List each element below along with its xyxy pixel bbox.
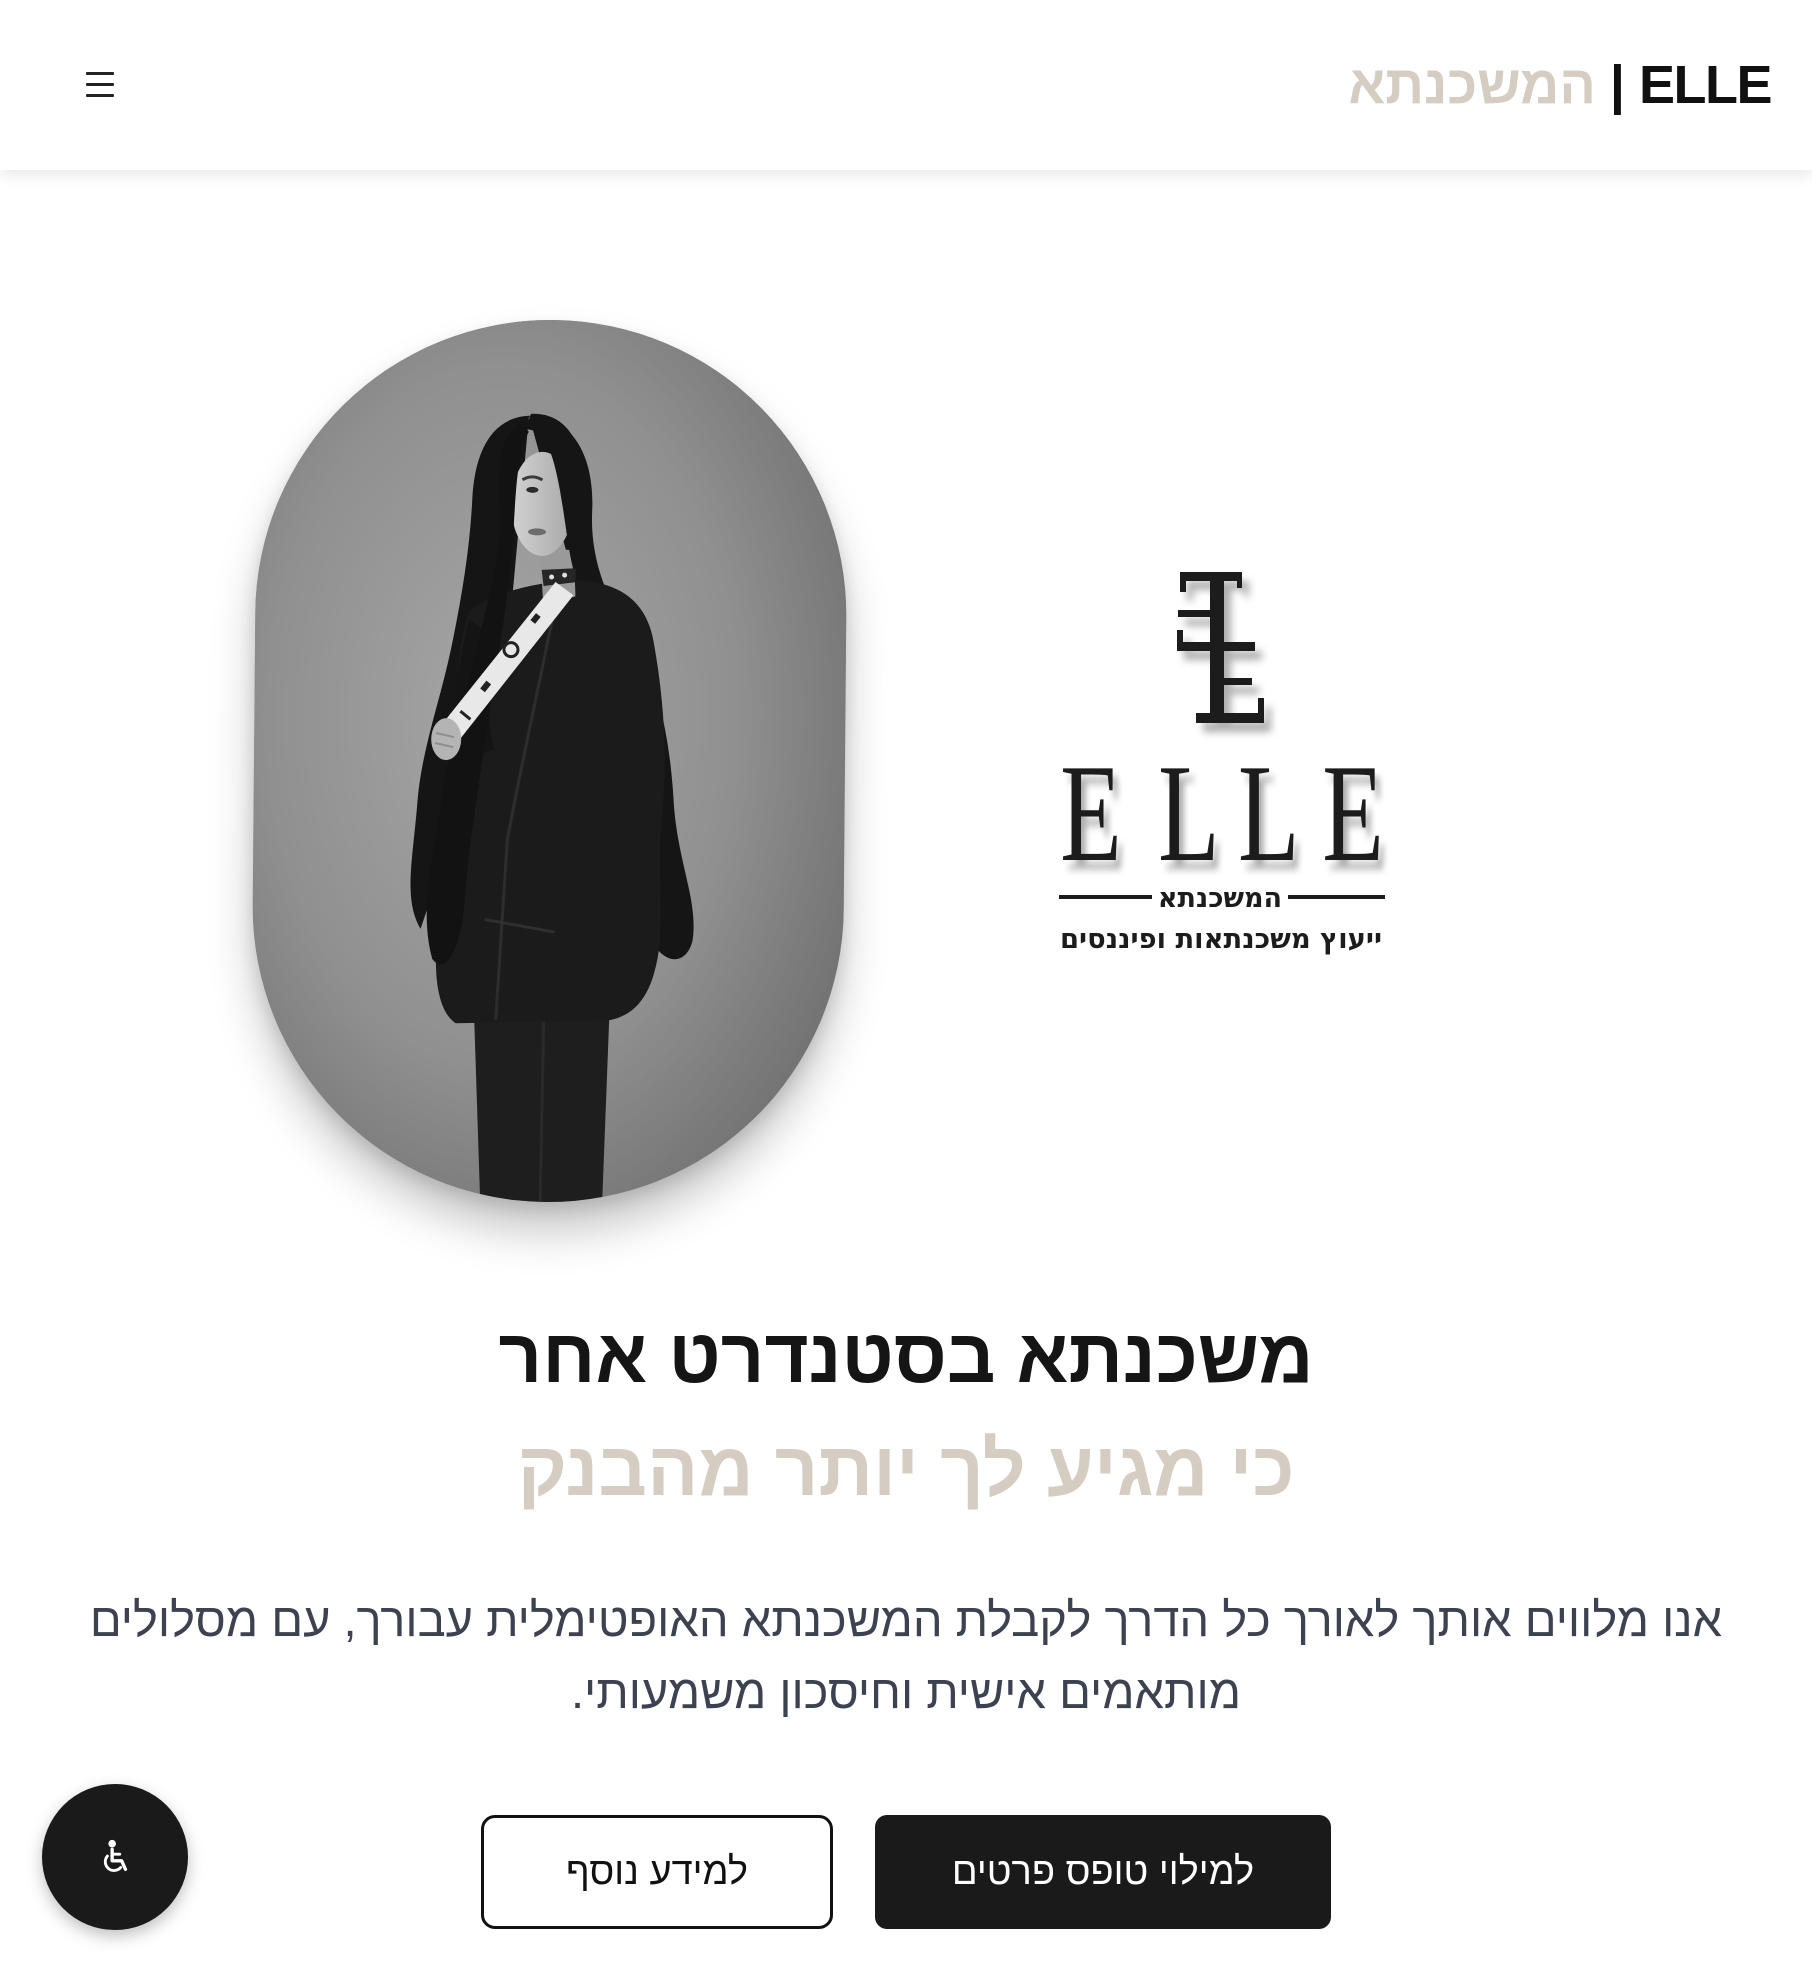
accessibility-icon xyxy=(103,1839,128,1872)
logo-monogram-icon xyxy=(1177,572,1264,723)
accessibility-button[interactable] xyxy=(42,1784,188,1930)
portrait-image xyxy=(250,317,849,1205)
fill-details-form-button[interactable]: למילוי טופס פרטים xyxy=(875,1815,1331,1929)
logo-name: המשכנתא xyxy=(1158,883,1282,914)
hero-subtitle: כי מגיע לך יותר מהבנק xyxy=(517,1427,1295,1512)
brand-name: ELLE xyxy=(1638,55,1773,115)
hero-portrait-photo xyxy=(250,317,849,1205)
logo-tagline: ייעוץ משכנתאות ופיננסים xyxy=(1060,924,1382,955)
hamburger-menu-button[interactable] xyxy=(80,64,120,104)
hero-description: אנו מלווים אותך לאורך כל הדרך לקבלת המשכ… xyxy=(89,1593,1723,1718)
site-header: ELLE | המשכנתא xyxy=(0,0,1812,170)
elle-logo: ELLE המשכנתא ייעוץ משכנתאות ופיננסים xyxy=(1059,572,1385,955)
logo-wordmark: ELLE xyxy=(1060,736,1384,891)
hamburger-menu-icon xyxy=(86,71,114,75)
brand-separator: | xyxy=(1609,55,1625,115)
hero-title: משכנתא בסטנדרט אחר xyxy=(498,1314,1314,1399)
more-info-button[interactable]: למידע נוסף xyxy=(481,1815,833,1929)
site-brand-link[interactable]: ELLE | המשכנתא xyxy=(1348,0,1773,170)
brand-subtitle: המשכנתא xyxy=(1348,55,1596,115)
